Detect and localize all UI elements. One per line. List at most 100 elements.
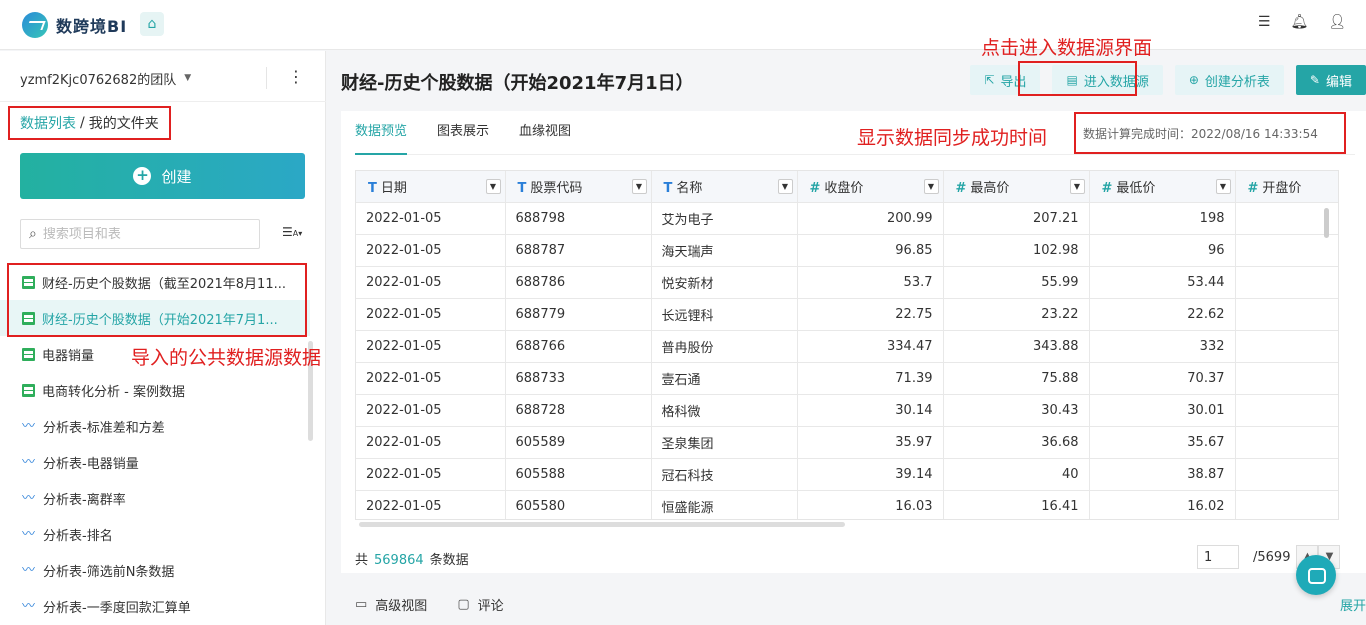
- table-cell[interactable]: 688766: [505, 330, 652, 363]
- table-cell[interactable]: 605589: [505, 426, 652, 459]
- table-cell[interactable]: 207.21: [943, 202, 1090, 235]
- vertical-scrollbar[interactable]: [1324, 208, 1329, 238]
- table-cell[interactable]: 198: [1089, 202, 1236, 235]
- list-item[interactable]: 财经-历史个股数据（截至2021年8月11...: [0, 264, 310, 300]
- list-icon[interactable]: ☰: [1258, 14, 1271, 30]
- table-cell[interactable]: 2022-01-05: [356, 234, 506, 267]
- page-input[interactable]: [1197, 545, 1239, 569]
- table-cell[interactable]: 35.97: [797, 426, 944, 459]
- table-cell[interactable]: 688787: [505, 234, 652, 267]
- table-cell[interactable]: 22.62: [1089, 298, 1236, 331]
- table-cell[interactable]: 恒盛能源: [651, 490, 798, 519]
- table-cell[interactable]: 334.47: [797, 330, 944, 363]
- sort-icon[interactable]: ☰A▾: [282, 225, 302, 239]
- table-cell[interactable]: 605588: [505, 458, 652, 491]
- tab-preview[interactable]: 数据预览: [355, 111, 408, 155]
- edit-button[interactable]: ✎ 编辑: [1295, 65, 1366, 95]
- table-cell[interactable]: 艾为电子: [651, 202, 798, 235]
- table-cell[interactable]: [1235, 298, 1338, 331]
- table-cell[interactable]: 688798: [505, 202, 652, 235]
- table-cell[interactable]: 688733: [505, 362, 652, 395]
- table-cell[interactable]: [1235, 234, 1338, 267]
- table-cell[interactable]: 16.41: [943, 490, 1090, 519]
- table-cell[interactable]: 53.44: [1089, 266, 1236, 299]
- advanced-view-button[interactable]: ▭ 高级视图: [355, 595, 427, 614]
- table-cell[interactable]: 39.14: [797, 458, 944, 491]
- list-item[interactable]: 〰 分析表-电器销量: [0, 444, 310, 480]
- table-cell[interactable]: 2022-01-05: [356, 266, 506, 299]
- table-cell[interactable]: 40: [943, 458, 1090, 491]
- chat-icon[interactable]: [1296, 555, 1336, 595]
- dropdown-icon[interactable]: ▼: [1215, 178, 1231, 194]
- comment-button[interactable]: ▢ 评论: [457, 595, 503, 614]
- table-cell[interactable]: 22.75: [797, 298, 944, 331]
- table-cell[interactable]: 35.67: [1089, 426, 1236, 459]
- table-cell[interactable]: [1235, 266, 1338, 299]
- home-icon[interactable]: ⌂: [140, 12, 164, 36]
- brand-logo[interactable]: 数跨境BI: [22, 12, 127, 38]
- table-cell[interactable]: 71.39: [797, 362, 944, 395]
- table-cell[interactable]: 605580: [505, 490, 652, 519]
- column-header[interactable]: # 收盘价 ▼: [797, 171, 944, 203]
- dropdown-icon[interactable]: ▼: [777, 178, 793, 194]
- table-cell[interactable]: 2022-01-05: [356, 298, 506, 331]
- table-cell[interactable]: 3: [1235, 330, 1338, 363]
- table-cell[interactable]: [1235, 458, 1338, 491]
- table-cell[interactable]: 30.43: [943, 394, 1090, 427]
- table-cell[interactable]: 普冉股份: [651, 330, 798, 363]
- search-input[interactable]: [42, 226, 243, 242]
- table-cell[interactable]: 2022-01-05: [356, 458, 506, 491]
- column-header[interactable]: T 名称 ▼: [651, 171, 798, 203]
- dropdown-icon[interactable]: ▼: [631, 178, 647, 194]
- table-cell[interactable]: 55.99: [943, 266, 1090, 299]
- table-cell[interactable]: 70.37: [1089, 362, 1236, 395]
- table-cell[interactable]: 23.22: [943, 298, 1090, 331]
- list-item[interactable]: 〰 分析表-离群率: [0, 480, 310, 516]
- table-cell[interactable]: 2022-01-05: [356, 394, 506, 427]
- table-cell[interactable]: 102.98: [943, 234, 1090, 267]
- table-cell[interactable]: 壹石通: [651, 362, 798, 395]
- table-cell[interactable]: 冠石科技: [651, 458, 798, 491]
- table-cell[interactable]: 688728: [505, 394, 652, 427]
- table-cell[interactable]: 2022-01-05: [356, 330, 506, 363]
- table-cell[interactable]: [1235, 394, 1338, 427]
- table-cell[interactable]: 332: [1089, 330, 1236, 363]
- table-cell[interactable]: 30.01: [1089, 394, 1236, 427]
- list-item[interactable]: 〰 分析表-排名: [0, 516, 310, 552]
- list-item[interactable]: 〰 分析表-一季度回款汇算单: [0, 588, 310, 624]
- table-cell[interactable]: [1235, 362, 1338, 395]
- table-cell[interactable]: 53.7: [797, 266, 944, 299]
- table-cell[interactable]: 2022-01-05: [356, 202, 506, 235]
- enter-source-button[interactable]: ▤ 进入数据源: [1052, 65, 1163, 95]
- table-cell[interactable]: 688786: [505, 266, 652, 299]
- team-selector[interactable]: yzmf2Kjc0762682的团队 ▼ ⋮: [20, 67, 306, 89]
- list-item[interactable]: 电商转化分析 - 案例数据: [0, 372, 310, 408]
- table-cell[interactable]: 96.85: [797, 234, 944, 267]
- dropdown-icon[interactable]: ▼: [485, 178, 501, 194]
- table-cell[interactable]: [1235, 490, 1338, 519]
- table-cell[interactable]: 2022-01-05: [356, 426, 506, 459]
- table-cell[interactable]: 30.14: [797, 394, 944, 427]
- table-cell[interactable]: 16.02: [1089, 490, 1236, 519]
- table-cell[interactable]: 36.68: [943, 426, 1090, 459]
- table-cell[interactable]: 海天瑞声: [651, 234, 798, 267]
- column-header[interactable]: # 最低价 ▼: [1089, 171, 1236, 203]
- table-cell[interactable]: 16.03: [797, 490, 944, 519]
- column-header[interactable]: T 股票代码 ▼: [505, 171, 652, 203]
- table-cell[interactable]: 75.88: [943, 362, 1090, 395]
- tab-lineage[interactable]: 血缘视图: [519, 111, 571, 155]
- breadcrumb-root[interactable]: 数据列表: [20, 113, 76, 133]
- export-button[interactable]: ⇱ 导出: [970, 65, 1041, 95]
- more-vertical-icon[interactable]: ⋮: [288, 67, 304, 87]
- expand-link[interactable]: 展开: [1340, 595, 1366, 614]
- table-cell[interactable]: 2022-01-05: [356, 490, 506, 519]
- horizontal-scrollbar[interactable]: [359, 522, 845, 527]
- create-analysis-button[interactable]: ⊕ 创建分析表: [1174, 65, 1284, 95]
- table-cell[interactable]: 343.88: [943, 330, 1090, 363]
- table-cell[interactable]: [1235, 426, 1338, 459]
- list-item[interactable]: 财经-历史个股数据（开始2021年7月1...: [0, 300, 310, 336]
- table-cell[interactable]: 悦安新材: [651, 266, 798, 299]
- table-cell[interactable]: 96: [1089, 234, 1236, 267]
- table-cell[interactable]: 200.99: [797, 202, 944, 235]
- table-cell[interactable]: 格科微: [651, 394, 798, 427]
